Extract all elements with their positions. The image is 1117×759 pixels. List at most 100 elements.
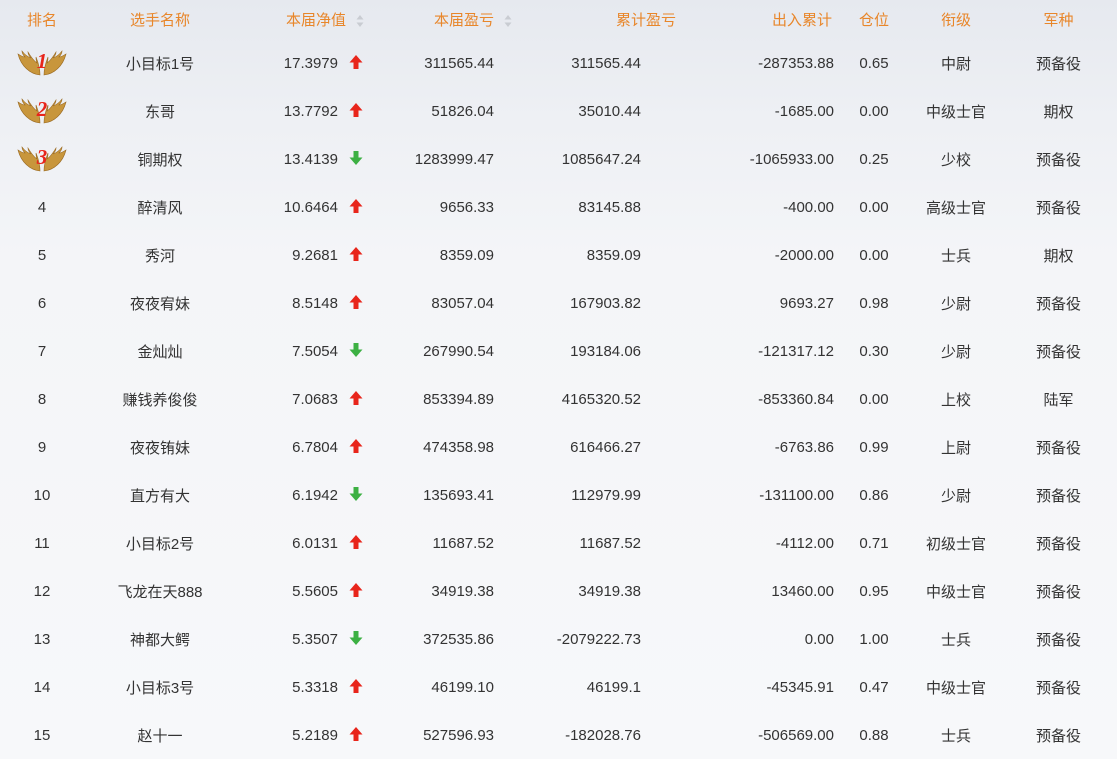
branch-cell: 预备役: [1000, 663, 1117, 711]
table-row[interactable]: 2 东哥 13.7792 51826.04 35010.44 -1685.00 0.00 中级…: [0, 87, 1117, 135]
table-row[interactable]: 11 小目标2号 6.0131 11687.52 11687.52 -4112.00 0.7…: [0, 519, 1117, 567]
player-name-cell[interactable]: 醉清风: [84, 183, 236, 231]
branch-name: 预备役: [1035, 487, 1081, 505]
nav-value: 5.2189: [292, 727, 338, 744]
col-header-name[interactable]: 选手名称: [84, 0, 236, 39]
player-name[interactable]: 飞龙在天888: [117, 584, 202, 601]
rank-number: 13: [33, 630, 51, 648]
player-name[interactable]: 东哥: [145, 104, 175, 121]
branch-cell: 预备役: [1000, 471, 1117, 519]
branch-cell: 陆军: [1000, 375, 1117, 423]
title-cell: 上尉: [912, 423, 1000, 471]
nav-value: 13.4139: [283, 151, 338, 168]
table-row[interactable]: 6 夜夜宥妹 8.5148 83057.04 167903.82 9693.27 0.98 少…: [0, 279, 1117, 327]
player-name[interactable]: 夜夜宥妹: [130, 296, 190, 313]
table-row[interactable]: 13 神都大鳄 5.3507 372535.86 -2079222.73 0.00 1.00…: [0, 615, 1117, 663]
nav-value: 6.0131: [292, 535, 338, 552]
player-name-cell[interactable]: 秀河: [84, 231, 236, 279]
player-name[interactable]: 醉清风: [137, 200, 182, 217]
rank-cell: 6: [0, 279, 84, 327]
table-row[interactable]: 4 醉清风 10.6464 9656.33 83145.88 -400.00 0.00 高级士…: [0, 183, 1117, 231]
player-name-cell[interactable]: 金灿灿: [84, 327, 236, 375]
player-name-cell[interactable]: 夜夜宥妹: [84, 279, 236, 327]
player-name[interactable]: 赚钱养俊俊: [122, 392, 197, 409]
position-value: 0.00: [859, 102, 889, 120]
col-header-title[interactable]: 衔级: [912, 0, 1000, 39]
rank-number: 2: [36, 97, 48, 121]
player-name-cell[interactable]: 小目标1号: [84, 39, 236, 87]
position-cell: 0.00: [836, 87, 912, 135]
col-header-total[interactable]: 累计盈亏: [532, 0, 680, 39]
player-name-cell[interactable]: 小目标2号: [84, 519, 236, 567]
arrow-up-icon: [348, 54, 364, 70]
player-name[interactable]: 夜夜铕妹: [130, 440, 190, 457]
player-name[interactable]: 赵十一: [137, 728, 182, 745]
table-row[interactable]: 5 秀河 9.2681 8359.09 8359.09 -2000.00 0.00 士兵 期权: [0, 231, 1117, 279]
branch-name: 预备役: [1035, 727, 1081, 745]
table-row[interactable]: 9 夜夜铕妹 6.7804 474358.98 616466.27 -6763.86 0.9…: [0, 423, 1117, 471]
total-cell: 167903.82: [532, 279, 680, 327]
table-row[interactable]: 12 飞龙在天888 5.5605 34919.38 34919.38 13460.00 0…: [0, 567, 1117, 615]
player-name[interactable]: 神都大鳄: [130, 632, 190, 649]
col-header-rank[interactable]: 排名: [0, 0, 84, 39]
player-name-cell[interactable]: 赚钱养俊俊: [84, 375, 236, 423]
player-name-cell[interactable]: 东哥: [84, 87, 236, 135]
sort-icon[interactable]: [356, 14, 364, 28]
player-name[interactable]: 直方有大: [130, 488, 190, 505]
player-name[interactable]: 小目标3号: [126, 680, 194, 697]
table-row[interactable]: 1 小目标1号 17.3979 311565.44 311565.44 -287353.8…: [0, 39, 1117, 87]
total-value: -182028.76: [565, 726, 641, 744]
table-row[interactable]: 14 小目标3号 5.3318 46199.10 46199.1 -45345.91 0.4…: [0, 663, 1117, 711]
player-name[interactable]: 小目标1号: [126, 56, 194, 73]
table-row[interactable]: 10 直方有大 6.1942 135693.41 112979.99 -131100.00…: [0, 471, 1117, 519]
col-header-flow[interactable]: 出入累计: [680, 0, 836, 39]
winged-medal-icon: 1: [16, 48, 68, 78]
total-value: 34919.38: [578, 582, 641, 600]
col-header-nav[interactable]: 本届净值: [236, 0, 384, 39]
table-row[interactable]: 8 赚钱养俊俊 7.0683 853394.89 4165320.52 -853360.8…: [0, 375, 1117, 423]
player-name-cell[interactable]: 飞龙在天888: [84, 567, 236, 615]
profit-value: 267990.54: [423, 342, 494, 360]
position-value: 1.00: [859, 630, 889, 648]
arrow-up-icon: [348, 246, 364, 262]
rank-number: 12: [33, 582, 51, 600]
table-row[interactable]: 15 赵十一 5.2189 527596.93 -182028.76 -506569.00…: [0, 711, 1117, 759]
total-cell: 311565.44: [532, 39, 680, 87]
col-header-position[interactable]: 仓位: [836, 0, 912, 39]
player-name-cell[interactable]: 小目标3号: [84, 663, 236, 711]
player-name[interactable]: 金灿灿: [137, 344, 182, 361]
table-row[interactable]: 7 金灿灿 7.5054 267990.54 193184.06 -121317.12 0.…: [0, 327, 1117, 375]
flow-cell: -121317.12: [680, 327, 836, 375]
sort-icon[interactable]: [504, 14, 512, 28]
player-name[interactable]: 秀河: [145, 248, 175, 265]
total-value: 11687.52: [579, 534, 641, 552]
player-name-cell[interactable]: 神都大鳄: [84, 615, 236, 663]
col-header-branch-label: 军种: [1043, 12, 1074, 29]
position-value: 0.30: [859, 342, 889, 360]
player-name[interactable]: 铜期权: [137, 152, 182, 169]
position-cell: 0.88: [836, 711, 912, 759]
flow-cell: -1065933.00: [680, 135, 836, 183]
nav-value: 9.2681: [292, 247, 338, 264]
player-name[interactable]: 小目标2号: [126, 536, 194, 553]
table-row[interactable]: 3 铜期权 13.4139 1283999.47 1085647.24 -1065933.…: [0, 135, 1117, 183]
player-name-cell[interactable]: 赵十一: [84, 711, 236, 759]
col-header-profit[interactable]: 本届盈亏: [384, 0, 532, 39]
col-header-branch[interactable]: 军种: [1000, 0, 1117, 39]
player-name-cell[interactable]: 直方有大: [84, 471, 236, 519]
nav-cell: 9.2681: [236, 231, 384, 279]
position-value: 0.95: [859, 582, 889, 600]
rank-cell: 4: [0, 183, 84, 231]
branch-name: 期权: [1043, 247, 1074, 265]
position-cell: 0.65: [836, 39, 912, 87]
rank-cell: 10: [0, 471, 84, 519]
col-header-rank-label: 排名: [26, 12, 57, 29]
position-cell: 0.25: [836, 135, 912, 183]
player-name-cell[interactable]: 夜夜铕妹: [84, 423, 236, 471]
player-name-cell[interactable]: 铜期权: [84, 135, 236, 183]
branch-name: 陆军: [1043, 391, 1074, 409]
flow-value: 0.00: [804, 630, 834, 648]
nav-cell: 13.7792: [236, 87, 384, 135]
nav-value: 13.7792: [283, 103, 338, 120]
arrow-down-icon: [348, 342, 364, 358]
